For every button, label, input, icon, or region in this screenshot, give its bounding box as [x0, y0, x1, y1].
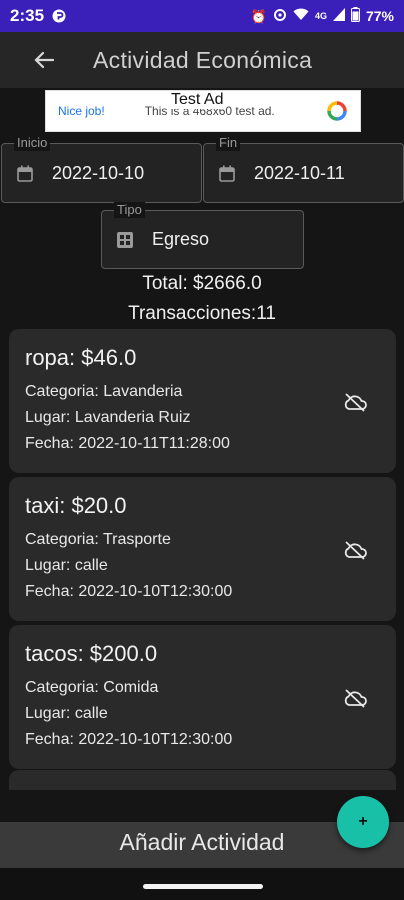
bottom-input-edge	[0, 862, 404, 868]
transaction-category: Categoria: Comida	[25, 679, 159, 696]
end-date-label: Fin	[216, 135, 241, 151]
start-date-field[interactable]: Inicio 2022-10-10	[1, 135, 202, 203]
transaction-title: tacos: $200.0	[25, 641, 158, 666]
ad-logo-icon	[326, 100, 348, 122]
network-type: 4G	[314, 11, 327, 21]
transaction-date: Fecha: 2022-10-10T12:30:00	[25, 583, 233, 600]
test-ad-tag: Test Ad	[169, 91, 226, 109]
transaction-count: Transacciones:11	[128, 303, 276, 324]
status-time: 2:35	[10, 6, 45, 25]
battery-level: 77%	[365, 8, 394, 24]
type-label: Tipo	[114, 202, 145, 218]
back-button[interactable]	[20, 32, 68, 88]
transaction-title: ropa: $46.0	[25, 345, 137, 370]
transaction-category: Categoria: Lavanderia	[25, 383, 183, 400]
gesture-navigation-bar[interactable]	[143, 884, 263, 889]
notification-icon	[52, 9, 66, 23]
transaction-card-partial[interactable]	[9, 770, 396, 790]
end-date-value: 2022-10-11	[254, 162, 345, 183]
wifi-icon	[293, 8, 309, 24]
status-bar: 2:35 ⏰ 4G 77%	[0, 0, 404, 32]
battery-icon	[350, 7, 360, 25]
sync-icon	[273, 8, 287, 25]
cloud-off-icon[interactable]	[342, 392, 368, 412]
end-date-field[interactable]: Fin 2022-10-11	[203, 135, 404, 203]
start-date-label: Inicio	[14, 135, 51, 151]
transaction-date: Fecha: 2022-10-10T12:30:00	[25, 731, 233, 748]
transaction-date: Fecha: 2022-10-11T11:28:00	[25, 435, 230, 452]
calendar-icon	[218, 164, 236, 182]
page-title: Actividad Económica	[93, 46, 313, 73]
cloud-off-icon[interactable]	[342, 688, 368, 708]
arrow-left-icon	[34, 51, 54, 69]
ad-left-text: Nice job!	[58, 104, 105, 118]
app-bar: Actividad Económica	[0, 32, 404, 88]
transaction-card[interactable]: ropa: $46.0 Categoria: Lavanderia Lugar:…	[9, 329, 396, 473]
grid-icon	[116, 231, 134, 249]
total-amount: Total: $2666.0	[142, 273, 262, 294]
cloud-off-icon[interactable]	[342, 540, 368, 560]
transaction-title: taxi: $20.0	[25, 493, 127, 518]
transaction-category: Categoria: Trasporte	[25, 531, 171, 548]
fab-label: +	[358, 813, 368, 830]
transaction-card[interactable]: tacos: $200.0 Categoria: Comida Lugar: c…	[9, 625, 396, 769]
transaction-place: Lugar: calle	[25, 705, 108, 722]
signal-icon	[332, 8, 345, 24]
type-select[interactable]: Tipo Egreso	[101, 202, 304, 269]
add-fab-button[interactable]: +	[337, 796, 389, 848]
type-value: Egreso	[152, 229, 210, 249]
transaction-place: Lugar: calle	[25, 557, 108, 574]
transaction-place: Lugar: Lavanderia Ruiz	[25, 409, 191, 426]
calendar-icon	[16, 164, 34, 182]
alarm-icon: ⏰	[250, 8, 267, 24]
transaction-card[interactable]: taxi: $20.0 Categoria: Trasporte Lugar: …	[9, 477, 396, 621]
start-date-value: 2022-10-10	[52, 162, 145, 183]
